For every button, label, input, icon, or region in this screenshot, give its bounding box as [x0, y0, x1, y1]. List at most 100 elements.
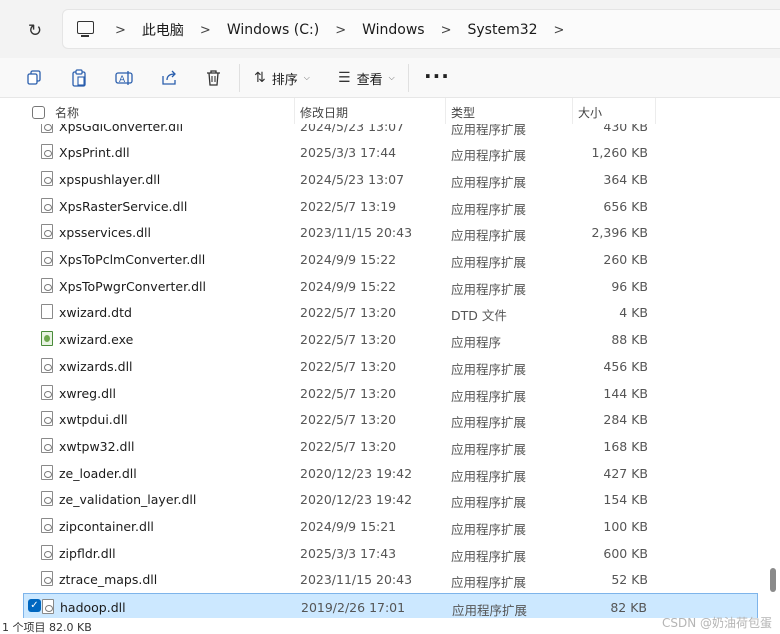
file-name: ze_validation_layer.dll	[59, 492, 197, 508]
file-row[interactable]: ✓ hadoop.dll 2019/2/26 17:01 应用程序扩展 82 KB	[23, 593, 758, 618]
chevron-right-icon[interactable]: >	[431, 23, 462, 38]
column-name[interactable]: 名称	[55, 104, 79, 121]
chevron-right-icon[interactable]: >	[325, 23, 356, 38]
column-divider[interactable]	[445, 98, 446, 124]
more-options-button[interactable]: ···	[424, 64, 450, 88]
file-type: 应用程序扩展	[451, 415, 527, 431]
status-bar: 1 个项目 82.0 KB CSDN @奶油荷包蛋	[0, 616, 780, 634]
file-row[interactable]: xwizard.dtd 2022/5/7 13:20 DTD 文件 4 KB	[23, 299, 758, 326]
file-type: 应用程序扩展	[451, 201, 527, 217]
column-type[interactable]: 类型	[451, 104, 475, 121]
file-size: 456 KB	[603, 358, 648, 374]
vertical-scrollbar[interactable]	[770, 98, 776, 618]
select-all-checkbox[interactable]	[32, 106, 45, 119]
sort-button[interactable]: ⇅ 排序 ⌵	[254, 66, 310, 90]
command-bar: A ⇅ 排序 ⌵ ☰ 查看 ⌵ ···	[0, 58, 780, 98]
file-row[interactable]: XpsRasterService.dll 2022/5/7 13:19 应用程序扩展…	[23, 193, 758, 220]
breadcrumb-this-pc[interactable]: 此电脑	[136, 20, 190, 40]
file-size: 364 KB	[603, 171, 648, 187]
computer-icon	[77, 21, 94, 37]
file-row[interactable]: ze_loader.dll 2020/12/23 19:42 应用程序扩展 427 K…	[23, 460, 758, 487]
file-modified: 2020/12/23 19:42	[300, 492, 413, 508]
file-name: xwtpw32.dll	[59, 438, 135, 454]
column-divider[interactable]	[572, 98, 573, 124]
column-divider[interactable]	[655, 98, 656, 124]
file-modified: 2024/9/9 15:21	[300, 519, 397, 534]
file-size: 4 KB	[619, 305, 648, 321]
file-type: 应用程序扩展	[451, 548, 527, 564]
toolbar-divider	[408, 64, 409, 92]
row-checkbox[interactable]: ✓	[28, 599, 41, 613]
address-row: ↻ > 此电脑 > Windows (C:) > Windows > Syste…	[0, 0, 780, 58]
file-name: xpsservices.dll	[59, 225, 151, 241]
file-size: 52 KB	[611, 572, 648, 588]
delete-icon[interactable]	[201, 66, 225, 90]
file-size: 88 KB	[611, 332, 648, 348]
file-row[interactable]: xpsservices.dll 2023/11/15 20:43 应用程序扩展 2,3…	[23, 219, 758, 246]
file-row[interactable]: zipfldr.dll 2025/3/3 17:43 应用程序扩展 600 KB	[23, 540, 758, 567]
scrollbar-thumb[interactable]	[770, 568, 776, 592]
file-size: 168 KB	[603, 438, 648, 454]
file-modified: 2022/5/7 13:20	[300, 332, 397, 348]
file-row[interactable]: XpsToPclmConverter.dll 2024/9/9 15:22 应用程序…	[23, 246, 758, 273]
file-name: ztrace_maps.dll	[59, 572, 158, 588]
file-type: 应用程序扩展	[451, 468, 527, 484]
breadcrumb: > 此电脑 > Windows (C:) > Windows > System3…	[105, 10, 574, 50]
file-type: 应用程序扩展	[451, 361, 527, 377]
dll-file-icon	[41, 544, 53, 560]
file-row[interactable]: XpsPrint.dll 2025/3/3 17:44 应用程序扩展 1,260 KB	[23, 139, 758, 166]
rename-icon[interactable]: A	[112, 66, 136, 90]
copy-icon[interactable]	[22, 66, 46, 90]
breadcrumb-drive-c[interactable]: Windows (C:)	[221, 22, 325, 38]
breadcrumb-system32[interactable]: System32	[462, 22, 544, 38]
file-row[interactable]: ztrace_maps.dll 2023/11/15 20:43 应用程序扩展 52 …	[23, 566, 758, 593]
file-name: XpsPrint.dll	[59, 145, 130, 161]
file-size: 284 KB	[603, 412, 648, 428]
file-type: 应用程序扩展	[451, 281, 527, 297]
file-modified: 2020/12/23 19:42	[300, 465, 413, 481]
file-modified: 2023/11/15 20:43	[300, 572, 413, 588]
file-size: 96 KB	[611, 278, 648, 294]
share-icon[interactable]	[157, 66, 181, 90]
file-row[interactable]: xwtpdui.dll 2022/5/7 13:20 应用程序扩展 284 KB	[23, 406, 758, 433]
file-modified: 2025/3/3 17:43	[300, 545, 397, 561]
file-modified: 2024/9/9 15:22	[300, 278, 397, 294]
file-row[interactable]: ze_validation_layer.dll 2020/12/23 19:42 应…	[23, 486, 758, 513]
file-name: xwizard.exe	[59, 332, 134, 348]
file-type: 应用程序	[451, 335, 502, 351]
column-divider[interactable]	[294, 98, 295, 124]
chevron-right-icon[interactable]: >	[544, 23, 575, 38]
sort-icon: ⇅	[254, 70, 266, 86]
dll-file-icon	[41, 571, 53, 587]
dll-file-icon	[41, 144, 53, 160]
file-row[interactable]: xwizards.dll 2022/5/7 13:20 应用程序扩展 456 KB	[23, 353, 758, 380]
file-modified: 2022/5/7 13:19	[300, 198, 397, 214]
svg-text:A: A	[119, 75, 126, 85]
view-button[interactable]: ☰ 查看 ⌵	[338, 66, 395, 90]
chevron-right-icon[interactable]: >	[190, 23, 221, 38]
refresh-icon[interactable]: ↻	[24, 20, 46, 42]
file-size: 82 KB	[610, 600, 647, 616]
sort-label: 排序	[271, 72, 298, 88]
file-type: 应用程序扩展	[451, 228, 527, 244]
paste-icon[interactable]	[67, 66, 91, 90]
file-size: 2,396 KB	[591, 225, 648, 241]
file-name: xwreg.dll	[59, 385, 116, 401]
file-row[interactable]: xwreg.dll 2022/5/7 13:20 应用程序扩展 144 KB	[23, 380, 758, 407]
file-name: xwizard.dtd	[59, 305, 132, 321]
file-name: ze_loader.dll	[59, 465, 137, 481]
document-icon	[41, 304, 53, 320]
sort-ascending-icon: ⌃	[159, 98, 167, 104]
file-name: xpspushlayer.dll	[59, 171, 161, 187]
file-row[interactable]: xpspushlayer.dll 2024/5/23 13:07 应用程序扩展 364…	[23, 166, 758, 193]
address-bar[interactable]: > 此电脑 > Windows (C:) > Windows > System3…	[62, 9, 780, 49]
file-row[interactable]: XpsToPwgrConverter.dll 2024/9/9 15:22 应用程序…	[23, 273, 758, 300]
column-size[interactable]: 大小	[578, 104, 602, 121]
column-modified[interactable]: 修改日期	[300, 104, 348, 121]
file-row[interactable]: xwizard.exe 2022/5/7 13:20 应用程序 88 KB	[23, 326, 758, 353]
file-row[interactable]: xwtpw32.dll 2022/5/7 13:20 应用程序扩展 168 KB	[23, 433, 758, 460]
file-type: 应用程序扩展	[451, 388, 527, 404]
file-row[interactable]: zipcontainer.dll 2024/9/9 15:21 应用程序扩展 100 …	[23, 513, 758, 540]
file-name: zipfldr.dll	[59, 545, 116, 561]
breadcrumb-windows[interactable]: Windows	[356, 22, 431, 38]
